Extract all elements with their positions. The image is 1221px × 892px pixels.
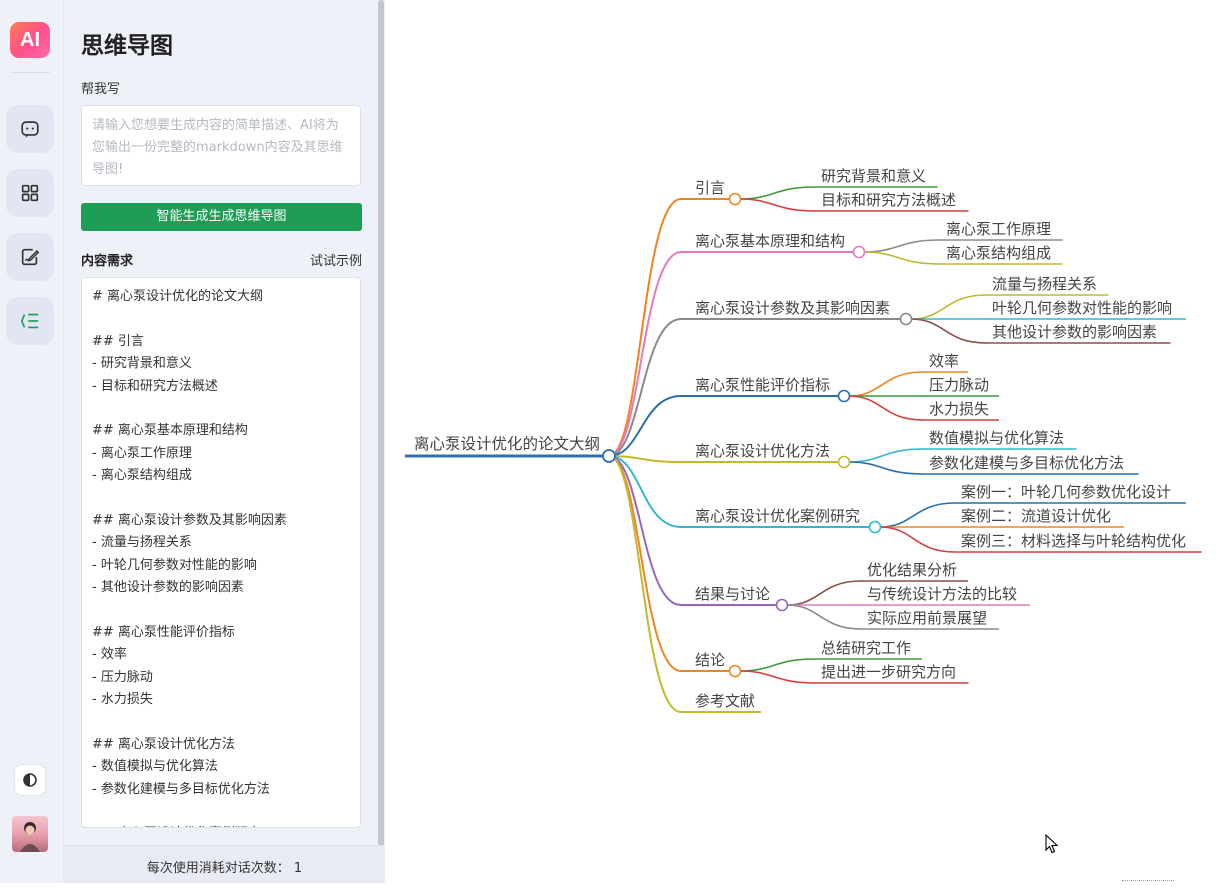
mindmap-leaf-label[interactable]: 压力脉动 bbox=[929, 376, 989, 394]
mouse-cursor-icon bbox=[1045, 834, 1059, 854]
mindmap-canvas[interactable]: 引言 研究背景和意义目标和研究方法概述离心泵基本原理和结构 离心泵工作原理离心泵结构… bbox=[0, 0, 1221, 883]
leaf-connector bbox=[863, 239, 941, 253]
mindmap-branch-label[interactable]: 离心泵设计优化方法 bbox=[695, 442, 830, 460]
mindmap-leaf-label[interactable]: 效率 bbox=[929, 352, 959, 370]
mindmap-leaf-label[interactable]: 案例一：叶轮几何参数优化设计 bbox=[961, 483, 1171, 501]
mindmap-branch-label[interactable]: 离心泵性能评价指标 bbox=[695, 376, 830, 394]
branch-collapse-toggle[interactable] bbox=[837, 389, 851, 403]
leaf-connector bbox=[879, 526, 956, 553]
leaf-connector bbox=[910, 318, 987, 344]
branch-collapse-toggle[interactable] bbox=[899, 312, 913, 326]
leaf-connector bbox=[739, 198, 816, 212]
branch-collapse-toggle[interactable] bbox=[728, 664, 742, 678]
branch-collapse-toggle[interactable] bbox=[775, 598, 789, 612]
mindmap-leaf-label[interactable]: 提出进一步研究方向 bbox=[821, 663, 956, 681]
mindmap-branch-label[interactable]: 参考文献 bbox=[695, 692, 755, 710]
mindmap-branch-label[interactable]: 引言 bbox=[695, 179, 725, 197]
mindmap-branch-label[interactable]: 结果与讨论 bbox=[695, 585, 770, 603]
mindmap-leaf-label[interactable]: 总结研究工作 bbox=[821, 639, 911, 657]
leaf-connector bbox=[786, 604, 862, 630]
branch-collapse-toggle[interactable] bbox=[837, 455, 851, 469]
mindmap-leaf-label[interactable]: 案例三：材料选择与叶轮结构优化 bbox=[961, 532, 1186, 550]
mindmap-branch-label[interactable]: 结论 bbox=[695, 651, 725, 669]
mindmap-leaf-label[interactable]: 与传统设计方法的比较 bbox=[867, 585, 1017, 603]
mindmap-leaf-label[interactable]: 优化结果分析 bbox=[867, 561, 957, 579]
branch-collapse-toggle[interactable] bbox=[868, 520, 882, 534]
mindmap-branch-label[interactable]: 离心泵设计优化案例研究 bbox=[695, 507, 860, 525]
mindmap-leaf-label[interactable]: 数值模拟与优化算法 bbox=[929, 429, 1064, 447]
leaf-connector bbox=[863, 251, 941, 265]
mindmap-leaf-label[interactable]: 研究背景和意义 bbox=[821, 167, 926, 185]
mindmap-leaf-label[interactable]: 其他设计参数的影响因素 bbox=[992, 323, 1157, 341]
mindmap-branch-label[interactable]: 离心泵设计参数及其影响因素 bbox=[695, 299, 890, 317]
leaf-connector bbox=[739, 670, 816, 684]
mindmap-leaf-label[interactable]: 离心泵工作原理 bbox=[946, 220, 1051, 238]
branch-connector bbox=[608, 455, 682, 672]
mindmap-leaf-label[interactable]: 流量与扬程关系 bbox=[992, 275, 1097, 293]
mindmap-leaf-label[interactable]: 案例二：流道设计优化 bbox=[961, 507, 1111, 525]
leaf-connector bbox=[848, 395, 924, 421]
mindmap-leaf-label[interactable]: 水力损失 bbox=[929, 400, 989, 418]
leaf-connector bbox=[739, 658, 816, 672]
leaf-connector bbox=[848, 448, 924, 463]
leaf-connector bbox=[879, 502, 956, 528]
leaf-connector bbox=[739, 186, 816, 200]
canvas-edge-dots bbox=[1122, 880, 1174, 881]
branch-collapse-toggle[interactable] bbox=[852, 245, 866, 259]
branch-connector bbox=[608, 251, 682, 457]
leaf-connector bbox=[910, 294, 987, 320]
mindmap-root-label[interactable]: 离心泵设计优化的论文大纲 bbox=[414, 435, 600, 453]
root-collapse-toggle[interactable] bbox=[602, 449, 616, 463]
mindmap-leaf-label[interactable]: 实际应用前景展望 bbox=[867, 609, 987, 627]
mindmap-leaf-label[interactable]: 叶轮几何参数对性能的影响 bbox=[992, 299, 1172, 317]
mindmap-leaf-label[interactable]: 目标和研究方法概述 bbox=[821, 191, 956, 209]
branch-collapse-toggle[interactable] bbox=[728, 192, 742, 206]
branch-connector bbox=[608, 198, 682, 457]
leaf-connector bbox=[848, 461, 924, 475]
mindmap-leaf-label[interactable]: 参数化建模与多目标优化方法 bbox=[929, 454, 1124, 472]
mindmap-leaf-label[interactable]: 离心泵结构组成 bbox=[946, 244, 1051, 262]
leaf-connector bbox=[786, 580, 862, 606]
leaf-connector bbox=[848, 371, 924, 397]
mindmap-branch-label[interactable]: 离心泵基本原理和结构 bbox=[695, 232, 845, 250]
